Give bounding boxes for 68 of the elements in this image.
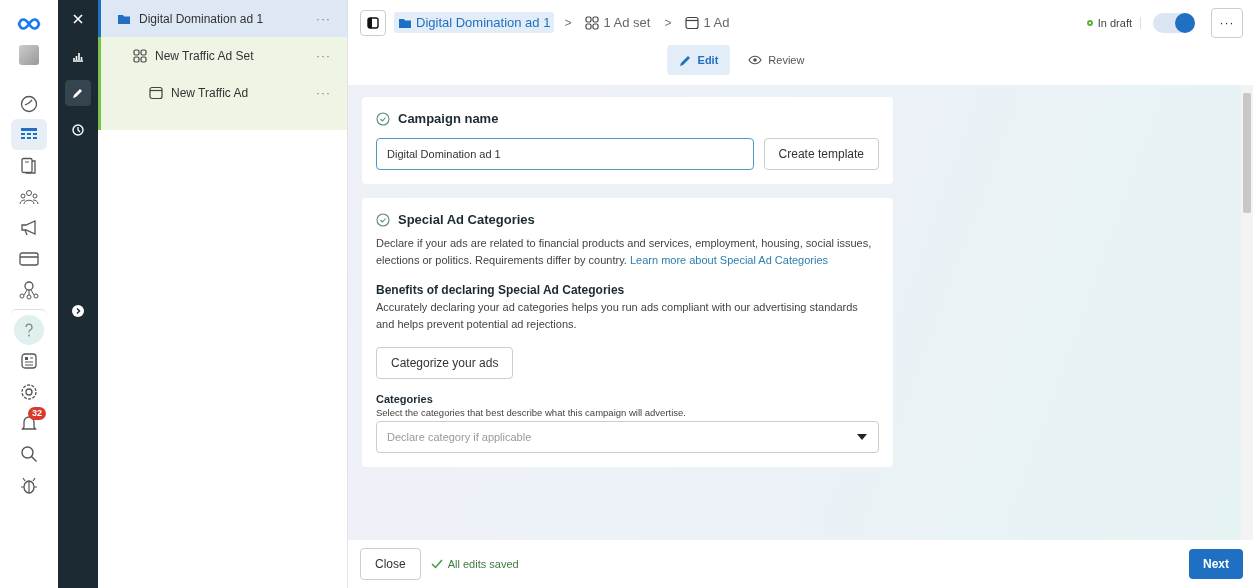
- meta-logo-icon: [16, 16, 42, 31]
- megaphone-icon: [20, 218, 38, 237]
- check-circle-icon: [376, 212, 390, 227]
- next-button[interactable]: Next: [1189, 549, 1243, 579]
- folder-icon: [117, 12, 131, 25]
- breadcrumb-link[interactable]: Digital Domination ad 1: [394, 12, 555, 33]
- people-icon: [19, 188, 39, 205]
- checkmark-icon: [430, 559, 443, 569]
- field-label: Categories: [376, 393, 434, 405]
- toggle-switch[interactable]: [1153, 12, 1195, 33]
- field-hint: Select the categories that best describe what this campaign will advertise.: [376, 407, 687, 418]
- breadcrumb-separator: >: [663, 15, 673, 30]
- network-icon: [19, 279, 39, 300]
- nav-item[interactable]: [11, 119, 47, 150]
- close-button[interactable]: Close: [360, 548, 421, 580]
- breadcrumb-separator: >: [563, 15, 573, 30]
- mode-tab[interactable]: Edit: [666, 45, 731, 75]
- categorize-button[interactable]: Categorize your ads: [376, 347, 514, 379]
- campaign-name-field[interactable]: Digital Domination ad 1: [376, 138, 754, 170]
- section-heading: Benefits of declaring Special Ad Categories: [376, 283, 626, 297]
- credit-card-icon: [19, 250, 39, 267]
- pencil-icon: [71, 86, 85, 100]
- tree-item-label: New Traffic Ad: [171, 86, 250, 100]
- folder-icon: [398, 16, 412, 29]
- learn-more-link[interactable]: Learn more about Special Ad Categories: [629, 254, 829, 266]
- question-mark-drawing: [24, 322, 34, 337]
- tree-item[interactable]: Digital Domination ad 1 ···: [98, 0, 347, 37]
- benefits-text: Accurately declaring your ad categories helps you run ads compliant with our advertising standards and helps prevent potential ad rejections.: [376, 300, 859, 332]
- tree-item-label: New Traffic Ad Set: [155, 48, 255, 63]
- search-icon: [20, 444, 38, 463]
- gauge-icon: [20, 94, 38, 113]
- pages-icon: [20, 156, 38, 175]
- tree-item[interactable]: New Traffic Ad Set ···: [98, 37, 347, 74]
- more-options-button[interactable]: ···: [316, 48, 331, 63]
- card-title: Campaign name: [398, 111, 499, 126]
- settings-icon: [20, 382, 38, 401]
- scrollbar[interactable]: [1241, 85, 1253, 540]
- grid-icon: [133, 48, 147, 63]
- create-template-button[interactable]: Create template: [763, 138, 879, 170]
- mode-tab[interactable]: Review: [736, 45, 817, 75]
- nav-item[interactable]: 32: [11, 407, 47, 438]
- more-options-button[interactable]: ···: [316, 11, 331, 26]
- bug-icon: [20, 475, 38, 494]
- eye-icon: [748, 55, 763, 65]
- category-dropdown[interactable]: Declare category if applicable: [376, 421, 879, 453]
- clock-icon: [71, 123, 85, 137]
- close-icon: [71, 12, 85, 26]
- panel-icon: [367, 16, 379, 29]
- description-text: Declare if your ads are related to financial products and services, employment, housing, social issues, elections or politics. Requirements differ by country. Learn more about Special Ad Categories: [376, 236, 873, 268]
- tree-item-label: Digital Domination ad 1: [139, 11, 265, 26]
- account-avatar: [19, 44, 39, 65]
- sidebar-toggle-button[interactable]: [360, 9, 386, 36]
- card-title: Special Ad Categories: [398, 212, 535, 227]
- breadcrumb-link[interactable]: 1 Ad set: [581, 12, 655, 33]
- window-icon: [685, 15, 700, 30]
- more-options-button[interactable]: ···: [316, 86, 331, 100]
- newspaper-icon: [20, 351, 38, 370]
- breadcrumb-link[interactable]: 1 Ad: [681, 12, 734, 33]
- saved-status: All edits saved: [430, 558, 519, 570]
- check-circle-icon: [376, 111, 390, 126]
- caret-icon: [857, 434, 867, 440]
- pencil-icon: [678, 53, 692, 67]
- more-options-button[interactable]: ···: [1211, 7, 1243, 38]
- window-icon: [149, 86, 163, 100]
- grid-icon: [585, 15, 600, 30]
- notification-badge: 32: [28, 407, 46, 420]
- status-label: In draft: [1086, 16, 1141, 29]
- tool-button[interactable]: [65, 80, 91, 106]
